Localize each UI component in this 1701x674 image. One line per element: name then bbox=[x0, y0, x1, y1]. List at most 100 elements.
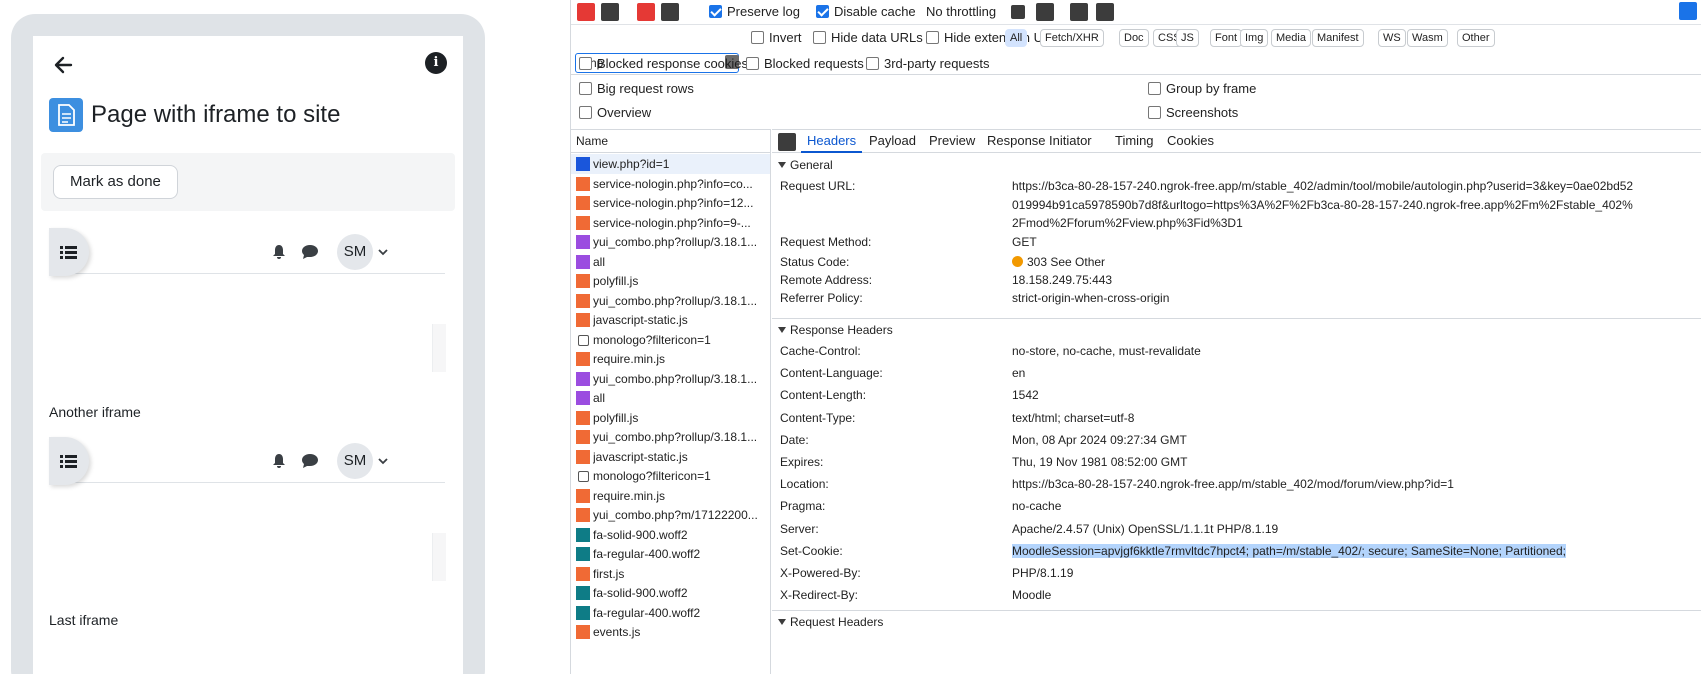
mark-as-done-button[interactable]: Mark as done bbox=[53, 165, 178, 199]
clear-icon[interactable] bbox=[601, 3, 619, 21]
request-row[interactable]: events.js bbox=[571, 622, 770, 643]
request-row[interactable]: fa-solid-900.woff2 bbox=[571, 583, 770, 604]
type-filter-media[interactable]: Media bbox=[1271, 29, 1311, 47]
record-icon[interactable] bbox=[577, 3, 595, 21]
request-row[interactable]: fa-regular-400.woff2 bbox=[571, 602, 770, 624]
search-icon[interactable] bbox=[661, 3, 679, 21]
tab-initiator[interactable]: Initiator bbox=[1043, 130, 1098, 153]
type-filter-doc[interactable]: Doc bbox=[1119, 29, 1149, 47]
export-har-icon[interactable] bbox=[1070, 3, 1088, 21]
type-filter-manifest[interactable]: Manifest bbox=[1312, 29, 1364, 47]
section-label: Last iframe bbox=[49, 612, 119, 628]
request-row[interactable]: monologo?filtericon=1 bbox=[571, 329, 770, 351]
request-row[interactable]: javascript-static.js bbox=[571, 446, 770, 468]
disable-cache-checkbox[interactable] bbox=[816, 5, 829, 18]
type-filter-all[interactable]: All bbox=[1005, 29, 1028, 47]
status-text: 303 See Other bbox=[1027, 255, 1106, 269]
request-row[interactable]: all bbox=[571, 251, 770, 273]
iframe-scrollbar[interactable] bbox=[432, 533, 446, 581]
iframe-scrollbar[interactable] bbox=[432, 324, 446, 372]
request-row[interactable]: service-nologin.php?info=co... bbox=[571, 173, 770, 195]
network-conditions-icon[interactable] bbox=[1011, 5, 1025, 19]
request-row[interactable]: yui_combo.php?rollup/3.18.1... bbox=[571, 368, 770, 390]
drawer-toggle-button[interactable] bbox=[49, 228, 89, 276]
name-column-header[interactable]: Name bbox=[571, 129, 770, 153]
request-row[interactable]: yui_combo.php?rollup/3.18.1... bbox=[571, 290, 770, 312]
request-name: fa-regular-400.woff2 bbox=[593, 605, 701, 620]
request-row[interactable]: yui_combo.php?rollup/3.18.1... bbox=[571, 232, 770, 253]
response-headers-section-header[interactable]: Response Headers bbox=[772, 319, 1701, 341]
blocked-requests-label: Blocked requests bbox=[764, 56, 864, 71]
request-row[interactable]: fa-regular-400.woff2 bbox=[571, 544, 770, 565]
file-type-icon bbox=[576, 391, 590, 405]
bell-icon[interactable] bbox=[271, 453, 287, 469]
avatar[interactable]: SM bbox=[337, 443, 373, 479]
request-row[interactable]: yui_combo.php?rollup/3.18.1... bbox=[571, 427, 770, 448]
request-row[interactable]: javascript-static.js bbox=[571, 310, 770, 331]
tab-payload[interactable]: Payload bbox=[863, 130, 922, 153]
chevron-down-icon[interactable] bbox=[377, 246, 389, 258]
request-row[interactable]: view.php?id=1 bbox=[571, 154, 770, 175]
big-request-rows-checkbox[interactable] bbox=[579, 82, 592, 95]
type-filter-img[interactable]: Img bbox=[1240, 29, 1269, 47]
close-icon[interactable] bbox=[778, 133, 796, 151]
request-row[interactable]: first.js bbox=[571, 563, 770, 585]
avatar[interactable]: SM bbox=[337, 234, 373, 270]
group-by-frame-label: Group by frame bbox=[1166, 81, 1257, 96]
app-screen: i Page with iframe to site Mark as done bbox=[33, 36, 463, 674]
more-options-icon[interactable] bbox=[1096, 3, 1114, 21]
type-filter-js[interactable]: JS bbox=[1176, 29, 1199, 47]
request-headers-section-header[interactable]: Request Headers bbox=[772, 611, 1701, 633]
request-row[interactable]: fa-solid-900.woff2 bbox=[571, 524, 770, 546]
third-party-requests-checkbox[interactable] bbox=[866, 57, 879, 70]
type-filter-wasm[interactable]: Wasm bbox=[1407, 29, 1448, 47]
request-row[interactable]: service-nologin.php?info=9-... bbox=[571, 212, 770, 234]
request-name: monologo?filtericon=1 bbox=[593, 332, 711, 347]
hide-data-urls-checkbox[interactable] bbox=[813, 31, 826, 44]
request-row[interactable]: require.min.js bbox=[571, 349, 770, 370]
info-icon[interactable]: i bbox=[425, 52, 447, 74]
tab-timing[interactable]: Timing bbox=[1109, 130, 1160, 153]
throttling-select[interactable]: No throttling bbox=[926, 4, 996, 19]
chat-icon[interactable] bbox=[301, 244, 319, 260]
drawer-toggle-button[interactable] bbox=[49, 437, 89, 485]
request-row[interactable]: monologo?filtericon=1 bbox=[571, 466, 770, 487]
type-filter-fetch-xhr[interactable]: Fetch/XHR bbox=[1040, 29, 1104, 47]
request-row[interactable]: yui_combo.php?m/17122200... bbox=[571, 505, 770, 526]
file-type-icon bbox=[576, 625, 590, 639]
header-value: GET bbox=[1012, 235, 1037, 249]
type-filter-font[interactable]: Font bbox=[1210, 29, 1243, 47]
back-arrow-icon[interactable] bbox=[49, 50, 79, 80]
request-row[interactable]: service-nologin.php?info=12... bbox=[571, 193, 770, 214]
tab-preview[interactable]: Preview bbox=[923, 130, 981, 153]
request-list: Name view.php?id=1 service-nologin.php?in… bbox=[571, 129, 771, 674]
network-toolbar: Preserve log Disable cache No throttling bbox=[571, 0, 1701, 24]
tab-response[interactable]: Response bbox=[981, 130, 1052, 153]
tab-cookies[interactable]: Cookies bbox=[1161, 130, 1220, 153]
settings-gear-icon[interactable] bbox=[1679, 2, 1697, 20]
request-row[interactable]: polyfill.js bbox=[571, 271, 770, 292]
tab-headers[interactable]: Headers bbox=[801, 130, 863, 153]
blocked-response-cookies-checkbox[interactable] bbox=[579, 57, 592, 70]
general-section-header[interactable]: General bbox=[772, 154, 1701, 176]
invert-checkbox[interactable] bbox=[751, 31, 764, 44]
type-filter-ws[interactable]: WS bbox=[1378, 29, 1406, 47]
image-file-icon bbox=[578, 471, 589, 482]
request-row[interactable]: all bbox=[571, 388, 770, 409]
chat-icon[interactable] bbox=[301, 453, 319, 469]
filter-icon[interactable] bbox=[637, 3, 655, 21]
chevron-down-icon[interactable] bbox=[377, 455, 389, 467]
overview-checkbox[interactable] bbox=[579, 106, 592, 119]
screenshots-checkbox[interactable] bbox=[1148, 106, 1161, 119]
request-name: javascript-static.js bbox=[593, 449, 688, 464]
hide-extension-urls-checkbox[interactable] bbox=[926, 31, 939, 44]
request-row[interactable]: require.min.js bbox=[571, 485, 770, 507]
import-har-icon[interactable] bbox=[1036, 3, 1054, 21]
type-filter-other[interactable]: Other bbox=[1457, 29, 1495, 47]
bell-icon[interactable] bbox=[271, 244, 287, 260]
blocked-requests-checkbox[interactable] bbox=[746, 57, 759, 70]
file-type-icon bbox=[576, 566, 590, 581]
preserve-log-checkbox[interactable] bbox=[709, 5, 722, 18]
group-by-frame-checkbox[interactable] bbox=[1148, 82, 1161, 95]
request-row[interactable]: polyfill.js bbox=[571, 407, 770, 429]
